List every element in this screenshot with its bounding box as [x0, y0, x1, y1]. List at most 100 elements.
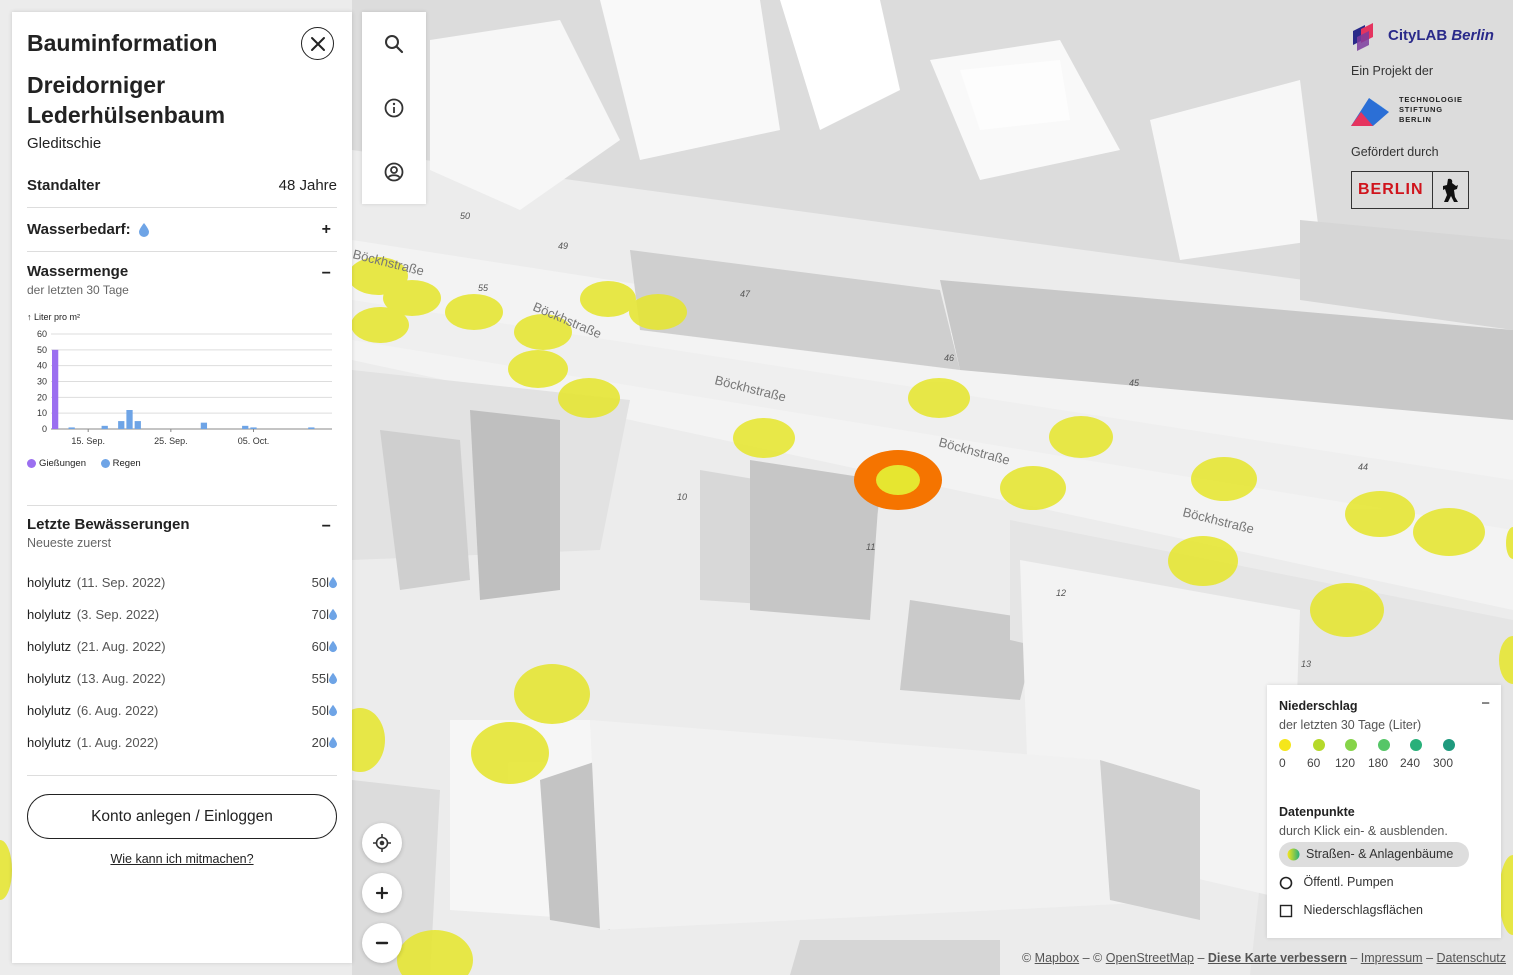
water-need-row[interactable]: Wasserbedarf: + — [27, 221, 337, 239]
watering-amount: 50l — [311, 575, 329, 590]
watering-date: (11. Sep. 2022) — [76, 575, 166, 590]
toggle-trees-button[interactable]: Straßen- & Anlagenbäume — [1279, 842, 1469, 867]
improve-map-label: Diese Karte verbessern — [1207, 951, 1347, 965]
zoom-out-button[interactable] — [362, 923, 402, 963]
scale-label: 60 — [1307, 756, 1321, 770]
toggle-pumps-label: Öffentl. Pumpen — [1303, 875, 1394, 889]
water-chart-svg: ↑ Liter pro m² 0 10 20 30 40 50 60 15. Sep. 25. S… — [27, 312, 332, 446]
citylab-logo[interactable]: CityLAB Berlin — [1388, 27, 1494, 44]
divider — [27, 775, 337, 776]
osm-link[interactable]: OpenStreetMap — [1106, 951, 1194, 965]
last-watering-label: Letzte Bewässerungen — [27, 516, 190, 533]
chart-bar-rain — [134, 421, 141, 429]
scale-label: 180 — [1368, 756, 1389, 770]
plus-icon — [375, 886, 389, 900]
datenschutz-link[interactable]: Datenschutz — [1437, 951, 1506, 965]
last-watering-header[interactable]: Letzte Bewässerungen Neueste zuerst − — [27, 516, 337, 550]
user-icon — [384, 162, 404, 182]
improve-map-link[interactable]: Diese Karte verbessern — [1208, 951, 1347, 965]
locate-button[interactable] — [362, 823, 402, 863]
watering-date: (6. Aug. 2022) — [76, 703, 159, 718]
citylab-logo-icon — [1353, 23, 1373, 51]
close-icon — [311, 37, 325, 51]
zoom-in-button[interactable] — [362, 873, 402, 913]
watering-date: (3. Sep. 2022) — [76, 607, 160, 622]
age-row: Standalter 48 Jahre — [27, 177, 337, 195]
watering-amount: 55l — [311, 671, 329, 686]
watering-amount: 20l — [311, 735, 329, 750]
divider — [27, 505, 337, 506]
water-drop-icon — [329, 672, 337, 685]
chart-xtick-label: 15. Sep. — [71, 436, 105, 446]
house-number: 12 — [1056, 588, 1066, 598]
house-number: 13 — [1301, 659, 1311, 669]
chart-ytick-label: 10 — [37, 408, 47, 418]
last-watering-sub: Neueste zuerst — [27, 536, 112, 550]
scale-dot-180 — [1378, 739, 1390, 751]
toggle-pumps-button[interactable]: Öffentl. Pumpen — [1279, 875, 1394, 890]
profile-button[interactable] — [362, 140, 426, 204]
collapse-last-watering-button[interactable]: − — [322, 518, 331, 536]
chart-xtick-label: 05. Oct. — [238, 436, 270, 446]
watering-amount: 60l — [311, 639, 329, 654]
watering-item: holylutz (11. Sep. 2022) 50l — [27, 575, 337, 607]
tsb-logo[interactable]: TECHNOLOGIE STIFTUNG BERLIN — [1399, 95, 1463, 125]
expand-water-need-button[interactable]: + — [322, 221, 331, 239]
legend-rain-label: Regen — [112, 458, 141, 469]
search-button[interactable] — [362, 12, 426, 76]
water-amount-label: Wassermenge — [27, 263, 129, 280]
water-drop-icon — [329, 704, 337, 717]
chart-ytick-label: 60 — [37, 329, 47, 339]
house-number: 45 — [1129, 378, 1140, 388]
chart-bar-watering — [52, 349, 59, 429]
chart-bar-rain — [101, 425, 108, 429]
scale-dot-300 — [1443, 739, 1455, 751]
water-need-label: Wasserbedarf: — [27, 221, 131, 238]
berlin-bear-icon — [1443, 178, 1458, 202]
water-drop-icon — [139, 222, 150, 237]
house-number: 55 — [478, 283, 489, 293]
watering-list: holylutz (11. Sep. 2022) 50l holylutz (3… — [27, 575, 337, 767]
water-drop-icon — [329, 576, 337, 589]
collapse-water-amount-button[interactable]: − — [322, 265, 331, 283]
tree-genus: Gleditschie — [27, 135, 102, 152]
minus-icon — [375, 941, 389, 945]
watering-item: holylutz (3. Sep. 2022) 70l — [27, 607, 337, 639]
collapse-legend-button[interactable]: − — [1481, 695, 1490, 712]
divider — [27, 251, 337, 252]
house-number: 11 — [866, 542, 875, 552]
watering-date: (1. Aug. 2022) — [76, 735, 159, 750]
water-amount-header[interactable]: Wassermenge der letzten 30 Tage − — [27, 263, 337, 297]
chart-ytick-label: 20 — [37, 392, 47, 402]
chart-bar-rain — [118, 421, 125, 429]
house-number: 47 — [740, 289, 751, 299]
chart-xtick-label: 25. Sep. — [154, 436, 188, 446]
tree-info-sidebar: Bauminformation Dreidorniger Lederhülsen… — [12, 12, 352, 963]
chart-bar-rain — [242, 425, 249, 429]
sidebar-title: Bauminformation — [27, 30, 218, 56]
chart-bar-rain — [308, 427, 315, 429]
map-attribution: © Mapbox – © OpenStreetMap – Diese Karte… — [1021, 951, 1506, 965]
chart-ylabel: ↑ Liter pro m² — [27, 312, 80, 322]
mapbox-link[interactable]: Mapbox — [1035, 951, 1079, 965]
chart-bar-rain — [250, 427, 257, 429]
scale-label: 300 — [1433, 756, 1454, 770]
scale-dot-120 — [1345, 739, 1357, 751]
watering-amount: 70l — [311, 607, 329, 622]
legend-watering-label: Gießungen — [39, 458, 87, 469]
citylab-name: CityLAB — [1388, 27, 1448, 44]
toggle-rain-areas-button[interactable]: Niederschlagsflächen — [1279, 903, 1423, 918]
watering-item: holylutz (6. Aug. 2022) 50l — [27, 703, 337, 735]
berlin-logo[interactable]: BERLIN — [1351, 171, 1469, 209]
tsb-logo-icon — [1351, 98, 1389, 126]
impressum-link[interactable]: Impressum — [1361, 951, 1423, 965]
info-button[interactable] — [362, 76, 426, 140]
house-number: 50 — [460, 211, 470, 221]
tree-name: Dreidorniger Lederhülsenbaum — [27, 72, 226, 128]
scale-label: 0 — [1279, 756, 1286, 770]
pump-circle-icon — [1279, 876, 1293, 890]
help-link[interactable]: Wie kann ich mitmachen? — [27, 852, 337, 866]
close-button[interactable] — [301, 27, 334, 60]
tsb-line: STIFTUNG — [1399, 105, 1443, 114]
login-button[interactable]: Konto anlegen / Einloggen — [27, 794, 337, 839]
